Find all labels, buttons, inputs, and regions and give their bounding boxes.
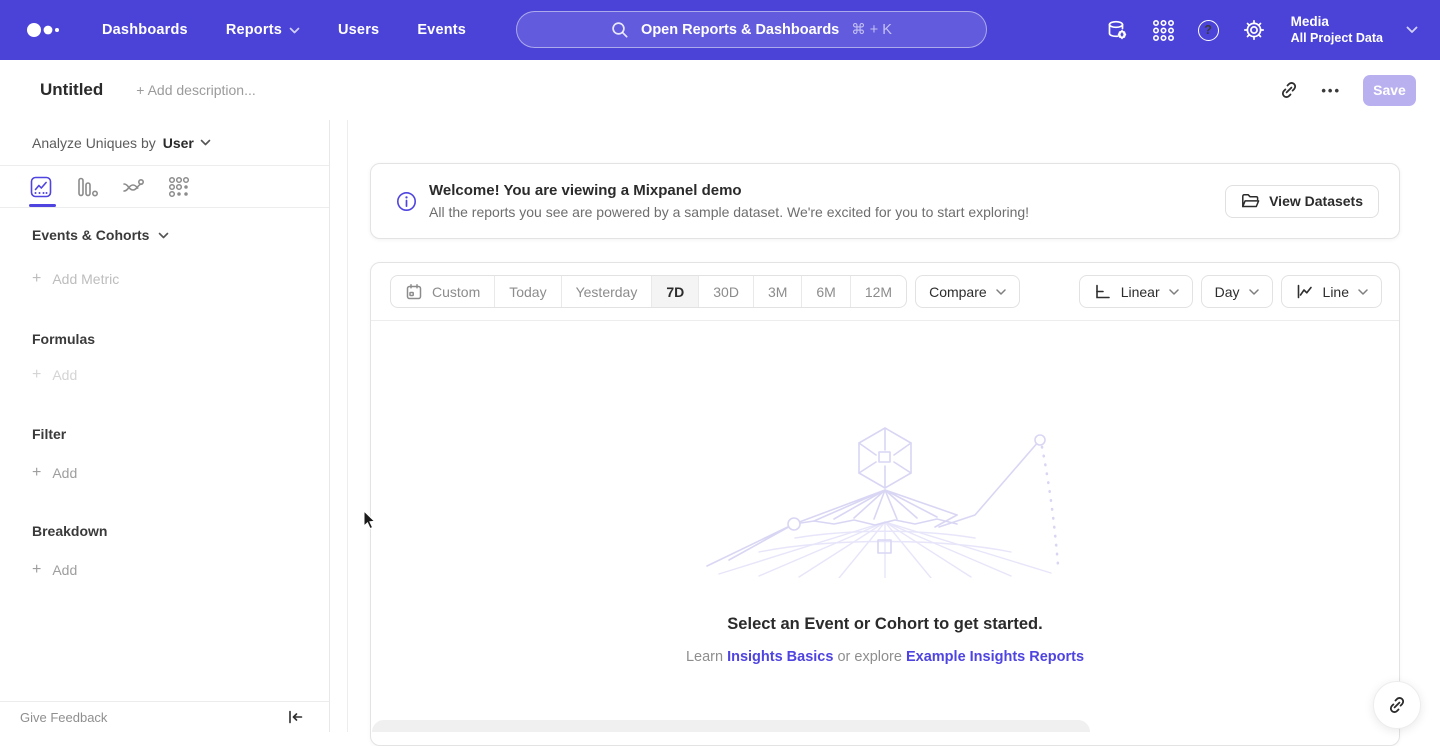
- settings-gear-icon[interactable]: [1242, 18, 1266, 42]
- empty-state: Select an Event or Cohort to get started…: [371, 426, 1399, 665]
- project-name: Media: [1291, 14, 1383, 31]
- report-header: Untitled + Add description... ••• Save: [0, 60, 1440, 120]
- date-range-segmented-control: Custom Today Yesterday 7D 30D 3M 6M 12M: [390, 275, 907, 308]
- nav-item-reports[interactable]: Reports: [226, 22, 300, 38]
- top-nav: Dashboards Reports Users Events Open Rep…: [0, 0, 1440, 60]
- sidebar-footer: Give Feedback: [0, 701, 329, 732]
- line-chart-icon: [1295, 282, 1314, 301]
- help-icon[interactable]: ?: [1198, 20, 1219, 41]
- insights-basics-link[interactable]: Insights Basics: [727, 649, 833, 665]
- link-icon: [1387, 695, 1407, 715]
- interval-dropdown[interactable]: Day: [1201, 275, 1273, 308]
- range-6m[interactable]: 6M: [802, 276, 850, 307]
- filter-header: Filter: [0, 426, 329, 442]
- report-title[interactable]: Untitled: [40, 80, 103, 100]
- demo-welcome-banner: Welcome! You are viewing a Mixpanel demo…: [370, 163, 1400, 239]
- more-options-icon[interactable]: •••: [1321, 83, 1341, 98]
- search-placeholder: Open Reports & Dashboards: [641, 22, 839, 38]
- analyze-value-dropdown[interactable]: User: [163, 135, 194, 151]
- lower-panel-top-edge: [372, 720, 1090, 732]
- folder-icon: [1241, 193, 1260, 210]
- events-cohorts-header[interactable]: Events & Cohorts: [0, 227, 329, 243]
- project-switcher[interactable]: Media All Project Data: [1291, 14, 1383, 47]
- top-nav-right: ? Media All Project Data: [1105, 0, 1418, 60]
- primary-nav: Dashboards Reports Users Events: [102, 22, 466, 38]
- give-feedback-link[interactable]: Give Feedback: [20, 710, 107, 725]
- range-yesterday[interactable]: Yesterday: [562, 276, 653, 307]
- content-layout: Analyze Uniques by User: [0, 120, 1440, 732]
- empty-state-subtitle: Learn Insights Basics or explore Example…: [371, 649, 1399, 665]
- search-shortcut-hint: ⌘ + K: [851, 22, 892, 38]
- chart-controls-bar: Custom Today Yesterday 7D 30D 3M 6M 12M …: [371, 263, 1399, 321]
- add-metric-button[interactable]: + Add Metric: [0, 270, 329, 288]
- report-header-actions: ••• Save: [1279, 75, 1416, 106]
- mixpanel-dots-icon: [26, 22, 60, 38]
- chevron-down-icon: [289, 27, 300, 34]
- analyze-label: Analyze Uniques by: [32, 135, 156, 151]
- tab-insights-icon[interactable]: [30, 176, 52, 198]
- nav-item-dashboards[interactable]: Dashboards: [102, 22, 188, 38]
- banner-body: All the reports you see are powered by a…: [429, 204, 1029, 220]
- add-formula-button[interactable]: + Add: [0, 366, 329, 384]
- range-30d[interactable]: 30D: [699, 276, 754, 307]
- analyze-uniques-row: Analyze Uniques by User: [0, 120, 329, 166]
- tab-funnels-icon[interactable]: [76, 176, 98, 198]
- formulas-header: Formulas: [0, 331, 329, 347]
- range-7d[interactable]: 7D: [652, 276, 699, 307]
- plus-icon: +: [32, 270, 41, 288]
- range-custom[interactable]: Custom: [391, 276, 495, 307]
- metric-type-tabs: [0, 166, 329, 208]
- range-3m[interactable]: 3M: [754, 276, 802, 307]
- nav-item-events[interactable]: Events: [417, 22, 466, 38]
- breakdown-header: Breakdown: [0, 523, 329, 539]
- scale-dropdown[interactable]: Linear: [1079, 275, 1193, 308]
- mixpanel-logo[interactable]: [26, 22, 60, 38]
- plus-icon: +: [32, 561, 41, 579]
- active-tab-indicator: [29, 204, 56, 208]
- linear-axis-icon: [1093, 282, 1112, 301]
- range-12m[interactable]: 12M: [851, 276, 906, 307]
- panel-divider: [347, 120, 348, 732]
- global-search-input[interactable]: Open Reports & Dashboards ⌘ + K: [516, 11, 987, 48]
- range-today[interactable]: Today: [495, 276, 561, 307]
- calendar-icon: [405, 283, 423, 301]
- tab-flows-icon[interactable]: [122, 176, 144, 198]
- chevron-down-icon: [1358, 289, 1368, 295]
- chevron-down-icon: [200, 139, 211, 146]
- chart-display-controls: Linear Day Line: [1079, 275, 1382, 308]
- query-builder-sidebar: Analyze Uniques by User: [0, 120, 330, 732]
- plus-icon: +: [32, 366, 41, 384]
- empty-state-title: Select an Event or Cohort to get started…: [371, 615, 1399, 634]
- chevron-down-icon: [996, 289, 1006, 295]
- data-management-icon[interactable]: [1105, 18, 1129, 42]
- nav-item-users[interactable]: Users: [338, 22, 379, 38]
- compare-dropdown[interactable]: Compare: [915, 275, 1020, 308]
- banner-text: Welcome! You are viewing a Mixpanel demo…: [429, 182, 1029, 220]
- chevron-down-icon: [1169, 289, 1179, 295]
- share-link-fab[interactable]: [1373, 681, 1421, 729]
- add-breakdown-button[interactable]: + Add: [0, 561, 329, 579]
- chevron-down-icon: [1249, 289, 1259, 295]
- report-canvas: Welcome! You are viewing a Mixpanel demo…: [330, 120, 1440, 732]
- save-button[interactable]: Save: [1363, 75, 1416, 106]
- copy-link-icon[interactable]: [1279, 80, 1299, 100]
- view-datasets-button[interactable]: View Datasets: [1225, 185, 1379, 218]
- chart-type-dropdown[interactable]: Line: [1281, 275, 1382, 308]
- collapse-sidebar-icon[interactable]: [288, 710, 303, 724]
- project-subtitle: All Project Data: [1291, 31, 1383, 47]
- apps-grid-icon[interactable]: [1152, 19, 1175, 42]
- search-icon: [611, 21, 629, 39]
- tab-retention-icon[interactable]: [168, 176, 190, 198]
- chevron-down-icon: [158, 232, 169, 239]
- example-insights-reports-link[interactable]: Example Insights Reports: [906, 649, 1084, 665]
- chevron-down-icon: [1406, 26, 1418, 34]
- add-description-field[interactable]: + Add description...: [136, 82, 255, 98]
- plus-icon: +: [32, 464, 41, 482]
- add-filter-button[interactable]: + Add: [0, 464, 329, 482]
- banner-title: Welcome! You are viewing a Mixpanel demo: [429, 182, 1029, 199]
- insights-report-card: Custom Today Yesterday 7D 30D 3M 6M 12M …: [370, 262, 1400, 746]
- info-icon: [396, 191, 417, 212]
- empty-state-illustration: [699, 426, 1071, 578]
